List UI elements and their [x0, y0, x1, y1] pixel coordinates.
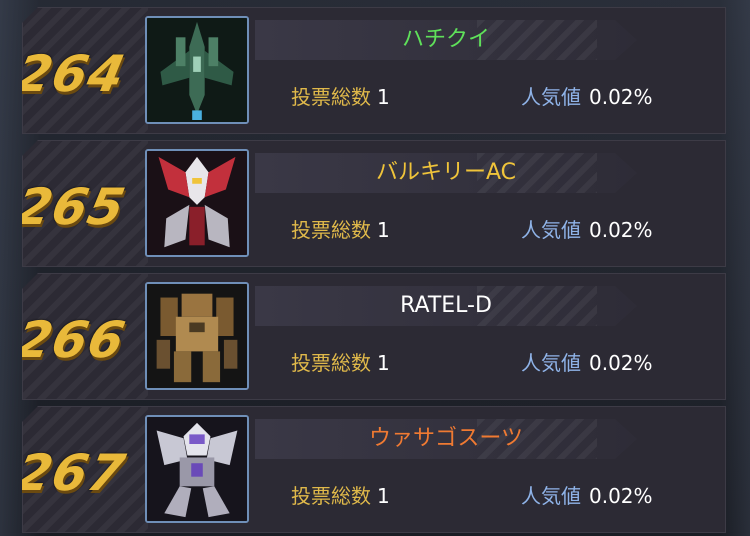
total-votes-label: 投票総数	[291, 218, 371, 242]
green-fighter-mecha-icon	[147, 18, 247, 122]
ranking-card[interactable]: 266 RATEL-D 投票総数 1 人気値 0.02%	[22, 273, 726, 400]
total-votes-label: 投票総数	[291, 85, 371, 109]
popularity-label: 人気値	[521, 484, 581, 508]
tan-armored-mecha-icon	[147, 284, 247, 388]
popularity-value: 0.02%	[589, 218, 653, 242]
total-votes-label: 投票総数	[291, 351, 371, 375]
mecha-portrait	[145, 282, 249, 390]
ranking-list: 264 ハチクイ 投票総数 1 人気値 0.02% 265 バルキリーAC 投票…	[0, 0, 750, 536]
popularity-value: 0.02%	[589, 484, 653, 508]
mecha-name: ハチクイ	[401, 27, 490, 52]
popularity-label: 人気値	[521, 351, 581, 375]
popularity-label: 人気値	[521, 218, 581, 242]
popularity-value: 0.02%	[589, 351, 653, 375]
ranking-card[interactable]: 267 ウァサゴスーツ 投票総数 1 人気値 0.02%	[22, 406, 726, 533]
total-votes-value: 1	[377, 85, 390, 109]
ranking-card[interactable]: 265 バルキリーAC 投票総数 1 人気値 0.02%	[22, 140, 726, 267]
red-white-valkyrie-mecha-icon	[147, 151, 247, 255]
mecha-portrait	[145, 415, 249, 523]
mecha-portrait	[145, 16, 249, 124]
mecha-name: ウァサゴスーツ	[368, 426, 523, 451]
mecha-name: RATEL-D	[400, 293, 492, 318]
total-votes-value: 1	[377, 484, 390, 508]
mecha-portrait	[145, 149, 249, 257]
total-votes-value: 1	[377, 351, 390, 375]
popularity-label: 人気値	[521, 85, 581, 109]
ranking-card[interactable]: 264 ハチクイ 投票総数 1 人気値 0.02%	[22, 7, 726, 134]
mecha-name: バルキリーAC	[375, 160, 517, 185]
total-votes-label: 投票総数	[291, 484, 371, 508]
popularity-value: 0.02%	[589, 85, 653, 109]
white-purple-mecha-icon	[147, 417, 247, 521]
total-votes-value: 1	[377, 218, 390, 242]
